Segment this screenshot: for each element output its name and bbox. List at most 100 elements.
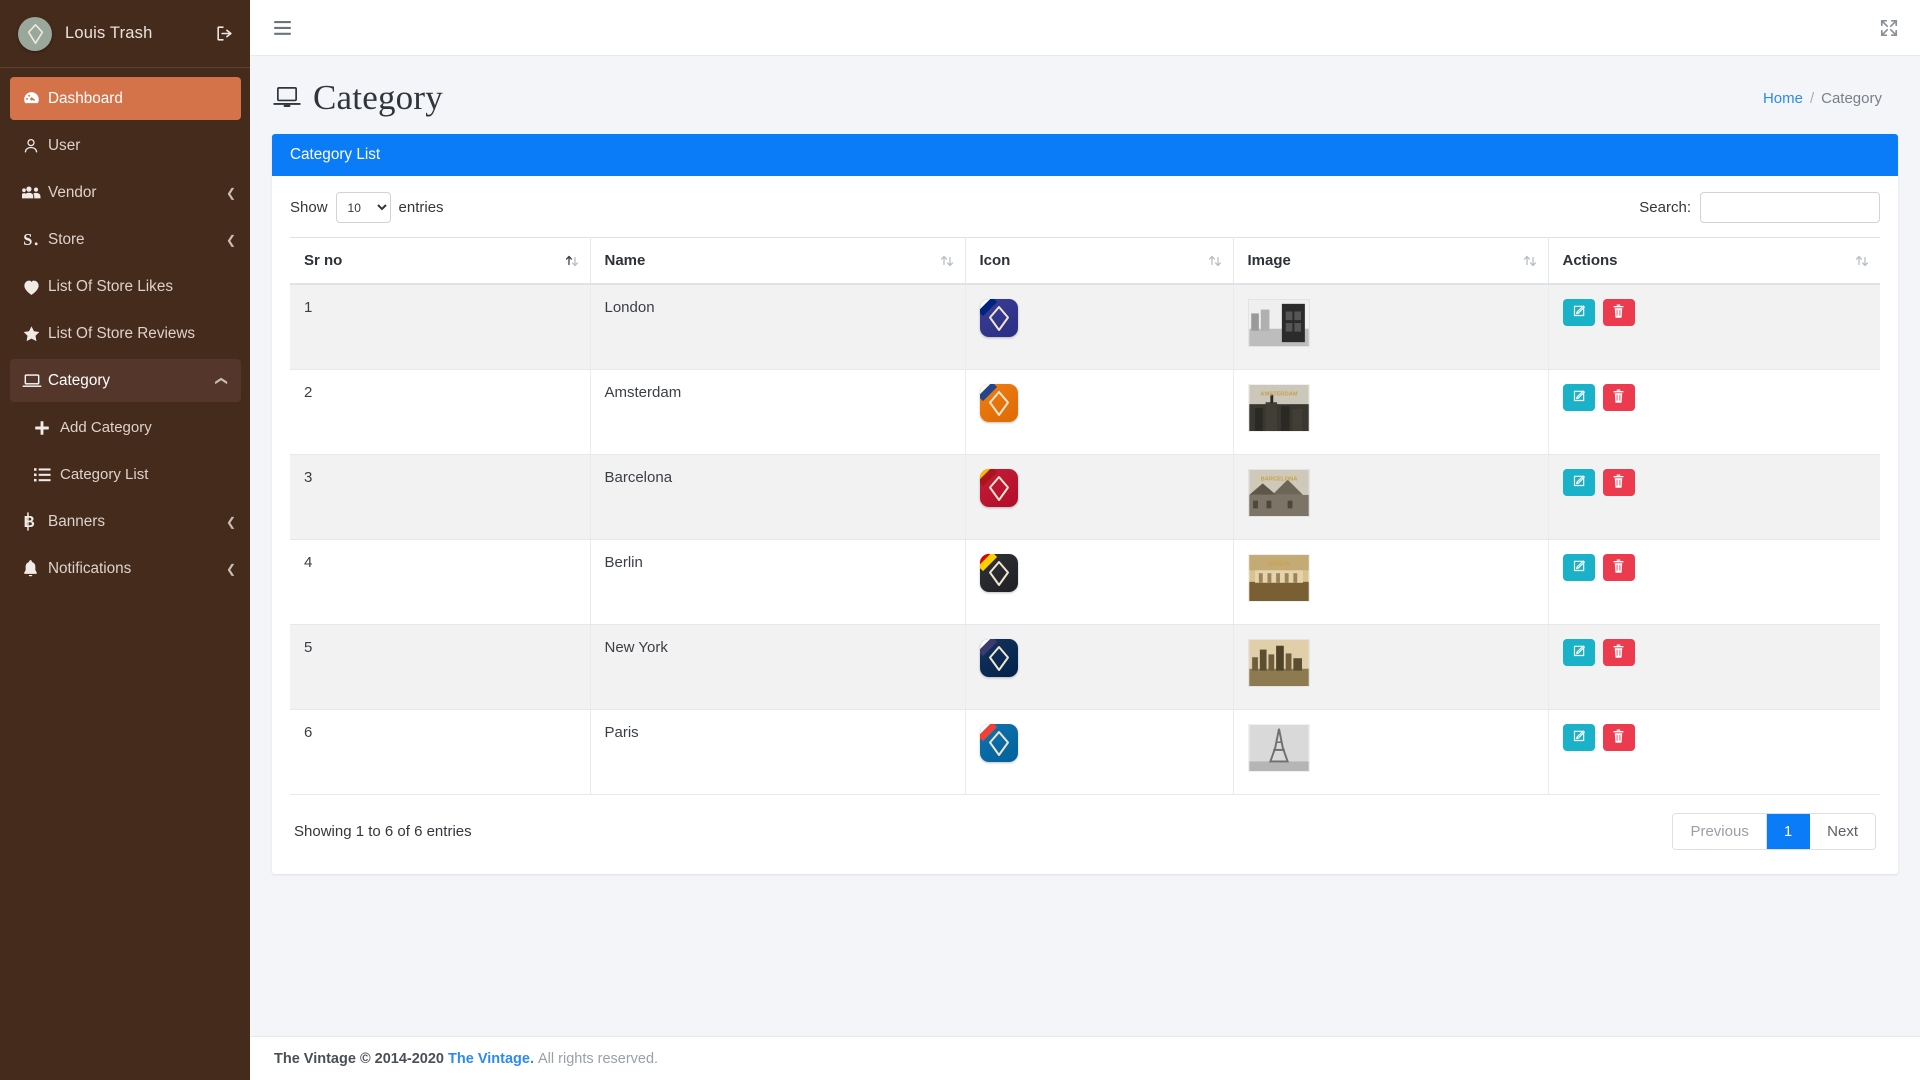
breadcrumb-home-link[interactable]: Home bbox=[1763, 90, 1803, 107]
category-list-card: Category List Show 102550100 entries Sea… bbox=[272, 134, 1898, 874]
sidebar-brand: Louis Trash bbox=[0, 0, 250, 68]
heart-icon bbox=[22, 278, 48, 296]
users-group-icon bbox=[22, 184, 48, 202]
pagination-next[interactable]: Next bbox=[1810, 814, 1875, 849]
pagination-page-1[interactable]: 1 bbox=[1767, 814, 1810, 849]
pagination: Previous 1 Next bbox=[1672, 813, 1876, 850]
sidebar-item-label: Notifications bbox=[48, 560, 220, 578]
card-header-title: Category List bbox=[290, 146, 380, 163]
laptop-icon bbox=[272, 78, 302, 118]
column-header-sr-no[interactable]: Sr no bbox=[290, 238, 590, 285]
paris-eiffeltower-thumbnail bbox=[1248, 724, 1310, 772]
sidebar-item-notifications[interactable]: Notifications ❮ bbox=[0, 547, 250, 590]
app-root: Louis Trash Dashboard bbox=[0, 0, 1920, 1080]
delete-button[interactable] bbox=[1603, 554, 1635, 581]
star-icon bbox=[22, 325, 48, 343]
pagination-previous[interactable]: Previous bbox=[1673, 814, 1766, 849]
show-label: Show bbox=[290, 199, 328, 216]
cell-sr-no: 1 bbox=[290, 284, 590, 369]
delete-button[interactable] bbox=[1603, 384, 1635, 411]
fullscreen-expand-icon[interactable] bbox=[1880, 19, 1898, 37]
table-row: 3 Barcelona BARCELONA bbox=[290, 454, 1880, 539]
edit-pencil-icon bbox=[1572, 304, 1586, 321]
cell-image bbox=[1233, 624, 1548, 709]
cell-image bbox=[1233, 284, 1548, 369]
search-input[interactable] bbox=[1700, 192, 1880, 223]
delete-button[interactable] bbox=[1603, 469, 1635, 496]
svg-text:S: S bbox=[23, 230, 32, 249]
laptop-icon bbox=[22, 372, 48, 389]
berlin-building-thumbnail: BERLIN bbox=[1248, 554, 1310, 602]
sidebar-item-user[interactable]: User bbox=[0, 124, 250, 167]
sidebar-item-label: Vendor bbox=[48, 184, 220, 202]
trash-icon bbox=[1612, 304, 1625, 321]
cell-sr-no: 2 bbox=[290, 369, 590, 454]
cell-name: Paris bbox=[590, 709, 965, 794]
newyork-skyline-thumbnail bbox=[1248, 639, 1310, 687]
delete-button[interactable] bbox=[1603, 299, 1635, 326]
edit-button[interactable] bbox=[1563, 469, 1595, 496]
dashboard-gauge-icon bbox=[22, 89, 48, 108]
edit-button[interactable] bbox=[1563, 639, 1595, 666]
paris-pin-icon bbox=[980, 724, 1018, 762]
column-header-icon[interactable]: Icon bbox=[965, 238, 1233, 285]
edit-pencil-icon bbox=[1572, 729, 1586, 746]
amsterdam-canal-thumbnail: AMSTERDAM bbox=[1248, 384, 1310, 432]
topbar bbox=[250, 0, 1920, 56]
column-header-image[interactable]: Image bbox=[1233, 238, 1548, 285]
cell-name: Amsterdam bbox=[590, 369, 965, 454]
column-header-actions[interactable]: Actions bbox=[1548, 238, 1880, 285]
cell-actions bbox=[1548, 709, 1880, 794]
edit-button[interactable] bbox=[1563, 384, 1595, 411]
delete-button[interactable] bbox=[1603, 639, 1635, 666]
column-label: Icon bbox=[980, 252, 1011, 269]
edit-pencil-icon bbox=[1572, 644, 1586, 661]
footer-rights: All rights reserved. bbox=[538, 1051, 658, 1067]
sort-both-icon bbox=[1855, 253, 1869, 268]
edit-pencil-icon bbox=[1572, 474, 1586, 491]
edit-button[interactable] bbox=[1563, 554, 1595, 581]
cell-actions bbox=[1548, 539, 1880, 624]
sidebar-item-list-of-store-reviews[interactable]: List Of Store Reviews bbox=[0, 312, 250, 355]
berlin-pin-icon bbox=[980, 554, 1018, 592]
sidebar-item-label: Category List bbox=[60, 466, 236, 483]
sidebar-item-category-list[interactable]: Category List bbox=[0, 453, 250, 496]
sidebar-item-banners[interactable]: B Banners ❮ bbox=[0, 500, 250, 543]
cell-image: BARCELONA bbox=[1233, 454, 1548, 539]
sidebar-item-add-category[interactable]: Add Category bbox=[0, 406, 250, 449]
svg-text:BERLIN: BERLIN bbox=[1268, 561, 1289, 567]
delete-button[interactable] bbox=[1603, 724, 1635, 751]
footer-brand-link[interactable]: The Vintage. bbox=[448, 1051, 534, 1067]
logout-icon[interactable] bbox=[215, 24, 234, 43]
cell-name: Barcelona bbox=[590, 454, 965, 539]
breadcrumb: Home / Category bbox=[1763, 90, 1882, 107]
edit-button[interactable] bbox=[1563, 724, 1595, 751]
sidebar-item-list-of-store-likes[interactable]: List Of Store Likes bbox=[0, 265, 250, 308]
sidebar-item-dashboard[interactable]: Dashboard bbox=[10, 77, 241, 120]
sort-both-icon bbox=[1523, 253, 1537, 268]
column-label: Sr no bbox=[304, 252, 342, 269]
sidebar-item-category[interactable]: Category ❮ bbox=[10, 359, 241, 402]
trash-icon bbox=[1612, 644, 1625, 661]
sort-both-icon bbox=[940, 253, 954, 268]
svg-text:B: B bbox=[24, 514, 35, 531]
column-label: Name bbox=[605, 252, 646, 269]
main-content: Category Home / Category Category List S… bbox=[250, 0, 1920, 1080]
column-label: Actions bbox=[1563, 252, 1618, 269]
sidebar-item-vendor[interactable]: Vendor ❮ bbox=[0, 171, 250, 214]
sidebar-item-label: List Of Store Reviews bbox=[48, 325, 230, 343]
edit-button[interactable] bbox=[1563, 299, 1595, 326]
cell-sr-no: 6 bbox=[290, 709, 590, 794]
sidebar-item-label: Banners bbox=[48, 513, 220, 531]
sidebar-item-store[interactable]: S Store ❮ bbox=[0, 218, 250, 261]
cell-icon bbox=[965, 454, 1233, 539]
hamburger-icon[interactable] bbox=[274, 20, 294, 36]
cell-actions bbox=[1548, 284, 1880, 369]
page-length-select[interactable]: 102550100 bbox=[336, 192, 391, 223]
page-title: Category bbox=[272, 78, 443, 118]
page-length-control: Show 102550100 entries bbox=[290, 192, 444, 223]
column-header-name[interactable]: Name bbox=[590, 238, 965, 285]
table-header-row: Sr no Name bbox=[290, 238, 1880, 285]
sidebar-item-label: User bbox=[48, 137, 230, 155]
newyork-pin-icon bbox=[980, 639, 1018, 677]
